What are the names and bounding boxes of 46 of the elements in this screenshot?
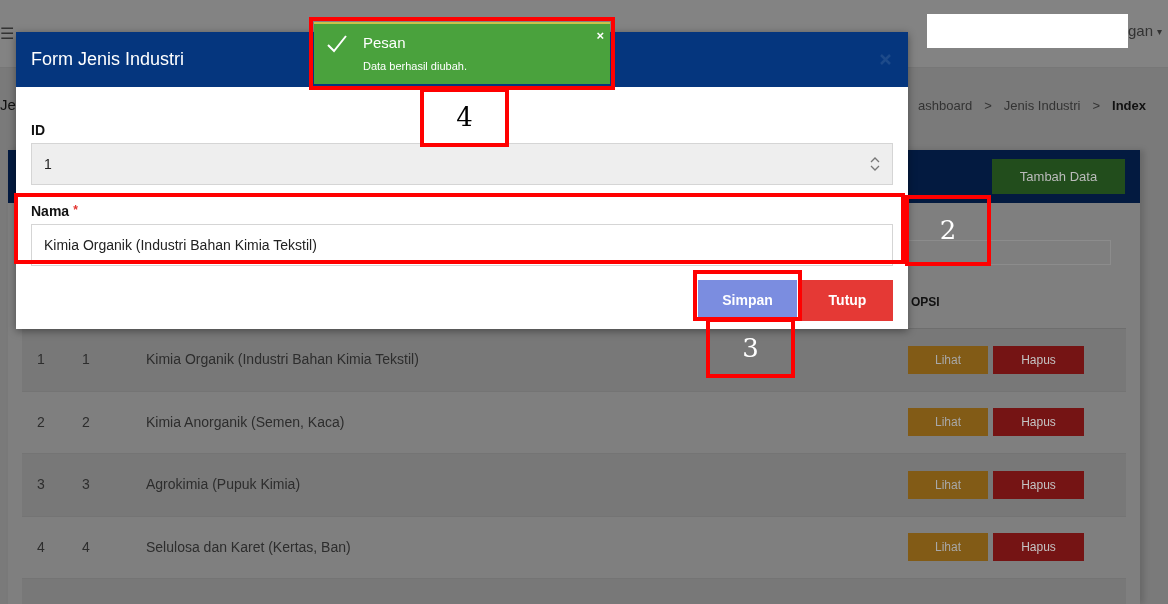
table-cell-text: 1 <box>81 350 91 370</box>
view-button[interactable]: Lihat <box>908 533 988 562</box>
delete-button[interactable]: Hapus <box>993 470 1084 499</box>
toast-title: Pesan <box>363 33 407 53</box>
page-title: Je <box>0 95 16 115</box>
input-field[interactable]: Kimia Organik (Industri Bahan Kimia Tekstil) <box>31 224 893 266</box>
number-input-field[interactable]: 1 <box>31 143 893 185</box>
delete-button[interactable]: Hapus <box>993 533 1084 562</box>
table-cell-text: 2 <box>36 412 46 432</box>
table-cell-text: 3 <box>36 475 46 495</box>
add-data-button[interactable]: Tambah Data <box>992 159 1125 194</box>
breadcrumb-separator: > <box>984 97 992 115</box>
annotation-label: 3 <box>706 318 795 378</box>
toast-close-button[interactable]: × <box>596 29 604 42</box>
menu-icon[interactable]: ☰ <box>0 25 14 42</box>
breadcrumb-item[interactable]: ashboard <box>918 96 973 116</box>
annotation-label: 2 <box>905 195 991 266</box>
close-icon[interactable] <box>880 54 891 65</box>
view-button[interactable]: Lihat <box>908 408 988 437</box>
table-cell-text: Selulosa dan Karet (Kertas, Ban) <box>145 537 352 557</box>
spinner-icon[interactable] <box>870 156 880 172</box>
modal-title: Form Jenis Industri <box>31 48 185 71</box>
table-cell-text: 4 <box>81 537 91 557</box>
delete-button[interactable]: Hapus <box>993 345 1084 374</box>
table-cell-text: Agrokimia (Pupuk Kimia) <box>145 475 302 495</box>
user-menu[interactable]: gan ▾ <box>1127 20 1162 43</box>
required-mark: * <box>73 202 78 219</box>
table-cell-text: 3 <box>81 475 91 495</box>
breadcrumb-item: Index <box>1112 97 1146 115</box>
column-header: OPSI <box>911 293 940 311</box>
field-label: Nama <box>31 202 70 221</box>
close-button[interactable]: Tutup <box>802 280 893 321</box>
checkmark-icon <box>326 34 348 54</box>
toast-message: Data berhasil diubah. <box>363 58 468 74</box>
table-cell-text: 1 <box>36 350 46 370</box>
view-button[interactable]: Lihat <box>908 470 988 499</box>
table-cell-text: 4 <box>36 537 46 557</box>
view-button[interactable]: Lihat <box>908 345 988 374</box>
table-cell-text: Kimia Anorganik (Semen, Kaca) <box>145 412 346 432</box>
delete-button[interactable]: Hapus <box>993 408 1084 437</box>
breadcrumb-separator: > <box>1092 97 1101 115</box>
field-label: ID <box>31 121 45 140</box>
breadcrumb-item[interactable]: Jenis Industri <box>1003 96 1081 116</box>
table-cell-text: 2 <box>81 412 91 432</box>
table-cell-text: Kimia Organik (Industri Bahan Kimia Tekstil) <box>145 350 420 370</box>
annotation-label: 4 <box>420 88 509 147</box>
